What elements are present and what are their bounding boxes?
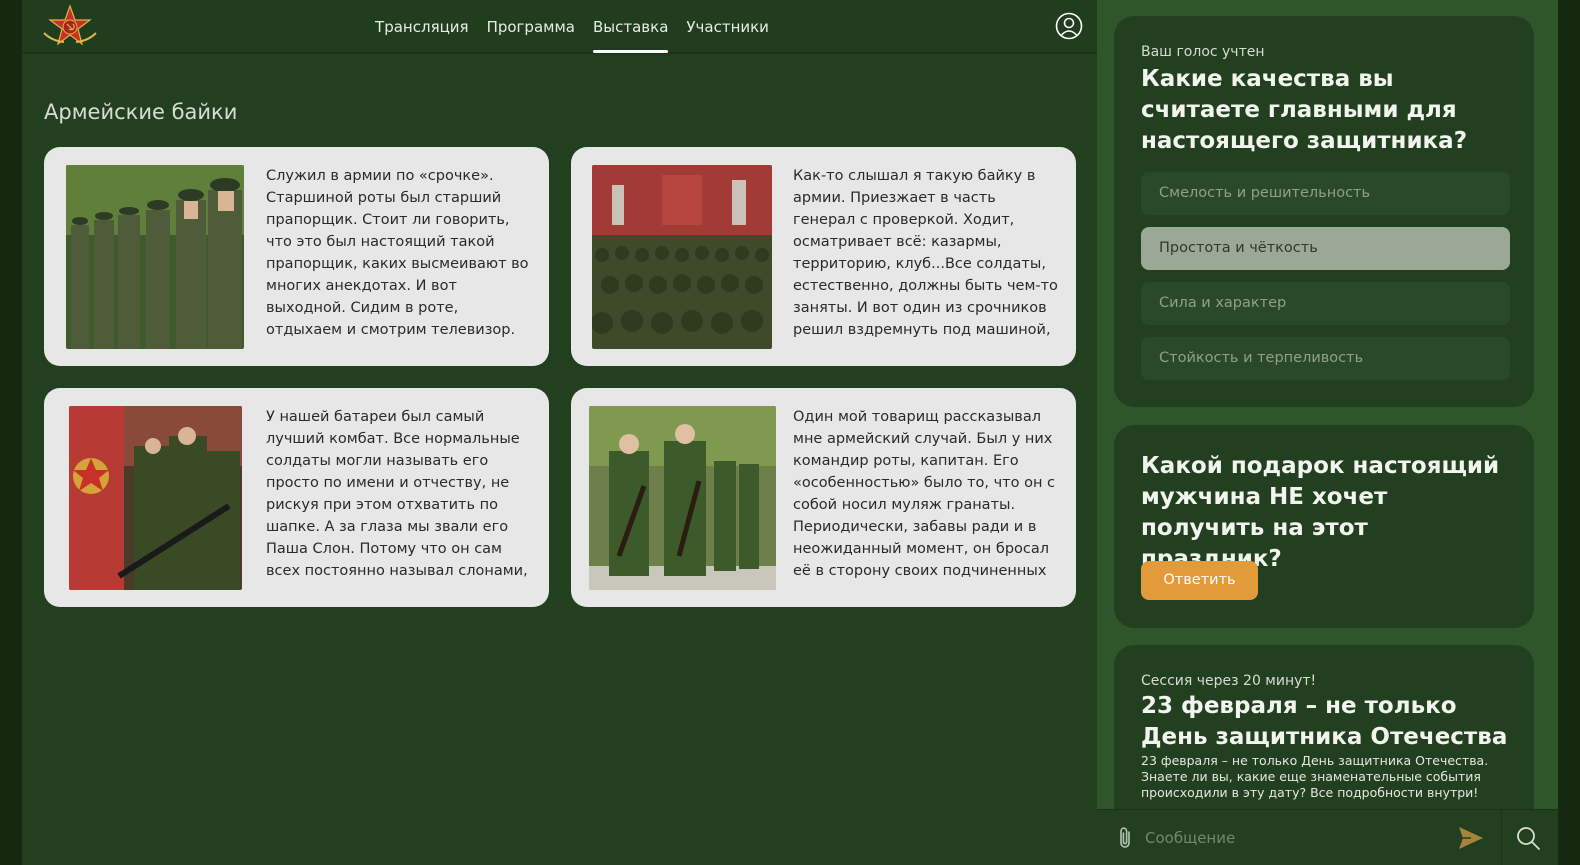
session-title: 23 февраля – не только День защитника От… xyxy=(1141,693,1508,750)
vertical-divider xyxy=(1501,810,1502,865)
story-text: Служил в армии по «срочке». Старшиной ро… xyxy=(266,168,529,345)
guard-soldiers-photo-image xyxy=(589,406,776,590)
poll-question: Какие качества вы считаете главными для … xyxy=(1141,66,1468,154)
poll-question: Какой подарок настоящий мужчина НЕ хочет… xyxy=(1141,453,1500,572)
session-countdown: Сессия через 20 минут! xyxy=(1141,673,1317,689)
poll-option[interactable]: Стойкость и терпеливость xyxy=(1141,337,1510,380)
story-card[interactable]: Служил в армии по «срочке». Старшиной ро… xyxy=(44,147,549,366)
story-text: Один мой товарищ рассказывал мне армейск… xyxy=(793,409,1056,586)
section-title: Армейские байки xyxy=(44,100,238,124)
nav-program[interactable]: Программа xyxy=(487,0,575,54)
poll-option[interactable]: Сила и характер xyxy=(1141,282,1510,325)
nav-broadcast[interactable]: Трансляция xyxy=(375,0,469,54)
message-input[interactable] xyxy=(1145,820,1445,856)
main-area: Трансляция Программа Выставка Участники … xyxy=(22,0,1097,865)
poll-panel-voted: Ваш голос учтен Какие качества вы считае… xyxy=(1114,16,1534,407)
session-description: 23 февраля – не только День защитника От… xyxy=(1141,753,1489,800)
right-sidebar: Ваш голос учтен Какие качества вы считае… xyxy=(1097,0,1558,865)
story-card[interactable]: У нашей батареи был самый лучший комбат.… xyxy=(44,388,549,607)
marching-soldiers-photo-image xyxy=(69,406,242,590)
story-card[interactable]: Как-то слышал я такую байку в армии. При… xyxy=(571,147,1076,366)
story-text: У нашей батареи был самый лучший комбат.… xyxy=(266,409,528,586)
poll-panel-open: Какой подарок настоящий мужчина НЕ хочет… xyxy=(1114,425,1534,628)
parade-photo-image xyxy=(592,165,772,349)
send-icon[interactable] xyxy=(1457,824,1485,852)
nav-participants[interactable]: Участники xyxy=(686,0,769,54)
story-text: Как-то слышал я такую байку в армии. При… xyxy=(793,168,1058,345)
poll-option-selected[interactable]: Простота и чёткость xyxy=(1141,227,1510,270)
paperclip-icon[interactable] xyxy=(1115,826,1137,850)
vote-status-label: Ваш голос учтен xyxy=(1141,44,1265,60)
session-panel[interactable]: Сессия через 20 минут! 23 февраля – не т… xyxy=(1114,645,1534,825)
left-edge xyxy=(0,0,22,865)
top-navbar: Трансляция Программа Выставка Участники xyxy=(22,0,1097,54)
story-card[interactable]: Один мой товарищ рассказывал мне армейск… xyxy=(571,388,1076,607)
search-icon[interactable] xyxy=(1515,825,1541,851)
main-nav: Трансляция Программа Выставка Участники xyxy=(22,0,1097,54)
soldiers-photo-image xyxy=(66,165,244,349)
message-bar xyxy=(1097,809,1558,865)
poll-option[interactable]: Смелость и решительность xyxy=(1141,172,1510,215)
user-profile-icon[interactable] xyxy=(1055,12,1083,40)
answer-button[interactable]: Ответить xyxy=(1141,561,1258,600)
right-edge xyxy=(1558,0,1580,865)
nav-exhibition[interactable]: Выставка xyxy=(592,0,669,54)
